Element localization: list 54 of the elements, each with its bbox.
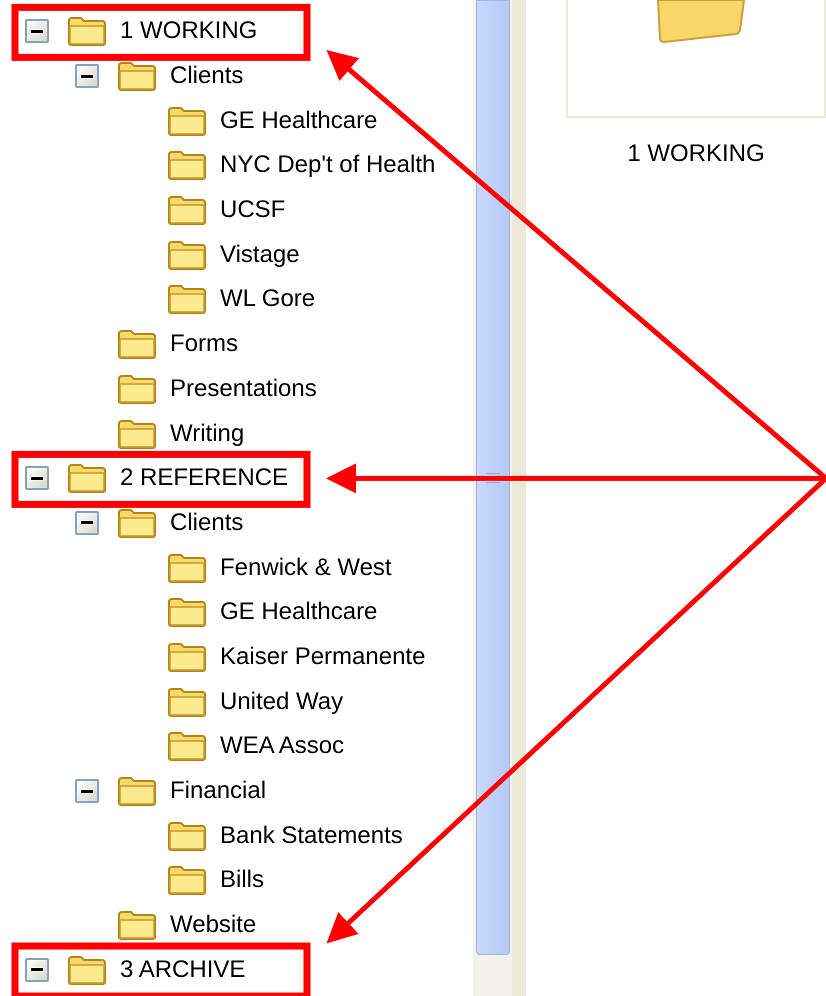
folder-label[interactable]: GE Healthcare — [220, 600, 378, 624]
folder-label[interactable]: Bills — [220, 868, 264, 892]
folder-icon — [167, 552, 207, 584]
collapse-toggle[interactable] — [75, 510, 99, 535]
folder-label[interactable]: Website — [170, 913, 256, 938]
folder-label[interactable]: Bank Statements — [220, 824, 403, 848]
collapse-toggle[interactable] — [25, 466, 49, 490]
folder-label[interactable]: Kaiser Permanente — [220, 644, 426, 669]
folder-icon — [117, 372, 157, 405]
item-label[interactable]: 1 WORKING — [627, 136, 765, 172]
folder-label[interactable]: Clients — [170, 510, 244, 535]
folder-label[interactable]: Writing — [170, 422, 244, 446]
folder-icon — [167, 686, 207, 718]
folder-icon — [67, 15, 107, 48]
folder-label[interactable]: Presentations — [170, 376, 317, 401]
folder-icon — [167, 864, 207, 896]
folder-icon — [656, 0, 746, 44]
folder-label[interactable]: WEA Assoc — [220, 734, 344, 758]
folder-label[interactable]: WL Gore — [220, 287, 316, 312]
folder-icon — [167, 283, 207, 316]
collapse-toggle[interactable] — [75, 779, 99, 804]
folder-icon — [117, 60, 157, 92]
folder-icon — [167, 238, 207, 271]
folder-label[interactable]: Fenwick & West — [220, 556, 392, 580]
collapse-toggle[interactable] — [25, 19, 49, 44]
folder-icon — [117, 909, 157, 942]
folder-icon — [67, 462, 107, 494]
folder-label[interactable]: Clients — [170, 64, 244, 88]
collapse-toggle[interactable] — [75, 64, 99, 88]
folder-icon — [117, 775, 157, 808]
folder-icon — [67, 954, 107, 986]
folder-label[interactable]: UCSF — [220, 198, 286, 222]
folder-icon — [117, 328, 157, 360]
folder-label[interactable]: 1 WORKING — [120, 19, 258, 44]
folder-label[interactable]: NYC Dep't of Health — [220, 153, 436, 178]
folder-icon — [167, 820, 207, 852]
folder-icon — [167, 149, 207, 182]
folder-label[interactable]: GE Healthcare — [220, 108, 378, 133]
folder-label[interactable]: Financial — [170, 779, 266, 804]
scrollbar-thumb[interactable] — [476, 0, 510, 955]
folder-icon — [117, 418, 157, 450]
thumbnail-frame[interactable] — [566, 0, 826, 118]
folder-icon — [167, 730, 207, 762]
folder-icon — [167, 596, 207, 628]
folder-icon — [117, 506, 157, 539]
folder-icon — [167, 640, 207, 673]
collapse-toggle[interactable] — [25, 958, 49, 982]
folder-icon — [167, 194, 207, 226]
folder-label[interactable]: Vistage — [220, 242, 300, 267]
folder-label[interactable]: 3 ARCHIVE — [120, 958, 246, 982]
folder-label[interactable]: United Way — [220, 690, 344, 714]
folder-label[interactable]: Forms — [170, 332, 238, 356]
folder-icon — [167, 104, 207, 137]
folder-label[interactable]: 2 REFERENCE — [120, 466, 288, 490]
